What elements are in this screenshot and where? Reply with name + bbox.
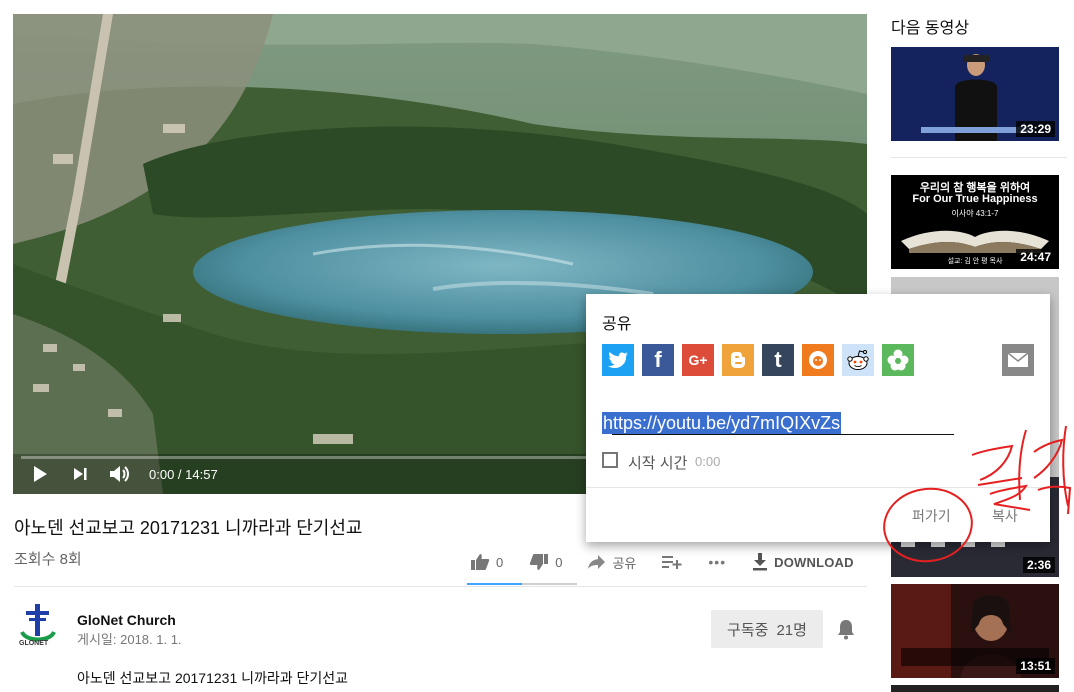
next-icon[interactable]	[67, 461, 93, 487]
reddit-icon[interactable]	[842, 344, 874, 376]
share-url-field[interactable]: https://youtu.be/yd7mIQIXvZs	[602, 412, 842, 434]
sidebar-video-thumbnail[interactable]: 23:29	[891, 47, 1059, 141]
facebook-icon[interactable]: f	[642, 344, 674, 376]
time-display: 0:00 / 14:57	[149, 466, 218, 482]
start-time-label: 시작 시간	[628, 455, 688, 472]
dislike-button[interactable]: 0	[529, 553, 562, 571]
playlist-add-icon	[662, 556, 682, 569]
blogger-icon[interactable]	[722, 344, 754, 376]
share-dialog: 공유 f G+ t https://youtu.be/yd7mIQIXvZs 시…	[586, 294, 1050, 542]
add-to-playlist-button[interactable]	[662, 555, 682, 569]
like-button[interactable]: 0	[470, 553, 503, 571]
email-icon[interactable]	[1002, 344, 1034, 376]
bell-icon[interactable]	[834, 617, 858, 641]
video-duration: 24:47	[1016, 249, 1055, 265]
play-icon[interactable]	[27, 461, 53, 487]
channel-name[interactable]: GloNet Church	[77, 612, 176, 628]
video-duration: 13:51	[1016, 658, 1055, 674]
share-dialog-title: 공유	[602, 316, 632, 333]
subscribe-label: 구독중	[727, 621, 769, 639]
more-actions-button[interactable]: •••	[708, 554, 726, 570]
share-arrow-icon	[588, 555, 606, 569]
video-title: 아노덴 선교보고 20171231 니까라과 단기선교	[14, 518, 363, 538]
copy-button[interactable]: 복사	[992, 506, 1018, 526]
volume-icon[interactable]	[107, 461, 133, 487]
video-description: 아노덴 선교보고 20171231 니까라과 단기선교	[77, 670, 349, 686]
thumbs-up-icon	[471, 554, 490, 570]
section-divider	[14, 586, 867, 587]
thumbs-down-icon	[530, 554, 549, 570]
download-button[interactable]: DOWNLOAD	[752, 553, 854, 571]
up-next-heading: 다음 동영상	[891, 20, 970, 37]
like-count: 0	[496, 554, 504, 570]
twitter-icon[interactable]	[602, 344, 634, 376]
channel-avatar[interactable]: GLONET	[16, 602, 60, 650]
view-count: 조회수 8회	[14, 551, 82, 568]
more-icon: •••	[708, 554, 727, 570]
download-label: DOWNLOAD	[774, 554, 854, 570]
share-button[interactable]: 공유	[588, 553, 636, 572]
sidebar-divider	[891, 157, 1067, 158]
start-time-input[interactable]: 0:00	[695, 454, 720, 469]
tumblr-icon[interactable]: t	[762, 344, 794, 376]
sidebar-video-thumbnail[interactable]: 우리의 참 행복을 위하여 For Our True Happiness 이사야…	[891, 175, 1059, 269]
reddit-alien-icon[interactable]	[802, 344, 834, 376]
url-underline	[612, 434, 954, 435]
video-duration: 2:36	[1022, 557, 1055, 573]
google-plus-icon[interactable]: G+	[682, 344, 714, 376]
share-dialog-divider	[586, 487, 1050, 488]
subscribed-button[interactable]: 구독중 21명	[711, 610, 823, 648]
sidebar-video-thumbnail[interactable]	[891, 685, 1059, 692]
download-icon	[753, 553, 768, 571]
video-duration: 23:29	[1016, 121, 1055, 137]
start-time-checkbox[interactable]	[602, 452, 618, 468]
publish-date: 게시일: 2018. 1. 1.	[77, 632, 182, 647]
sidebar-video-thumbnail[interactable]: 13:51	[891, 584, 1059, 678]
cafe-icon[interactable]	[882, 344, 914, 376]
video-actions: 0 0 공유 ••• DOWNLOAD	[470, 548, 854, 576]
embed-button[interactable]: 퍼가기	[912, 506, 951, 526]
like-ratio-bar	[467, 583, 577, 585]
subscriber-count: 21명	[776, 621, 807, 639]
share-label: 공유	[612, 555, 637, 571]
dislike-count: 0	[555, 554, 563, 570]
avatar-label: GLONET	[19, 640, 49, 647]
